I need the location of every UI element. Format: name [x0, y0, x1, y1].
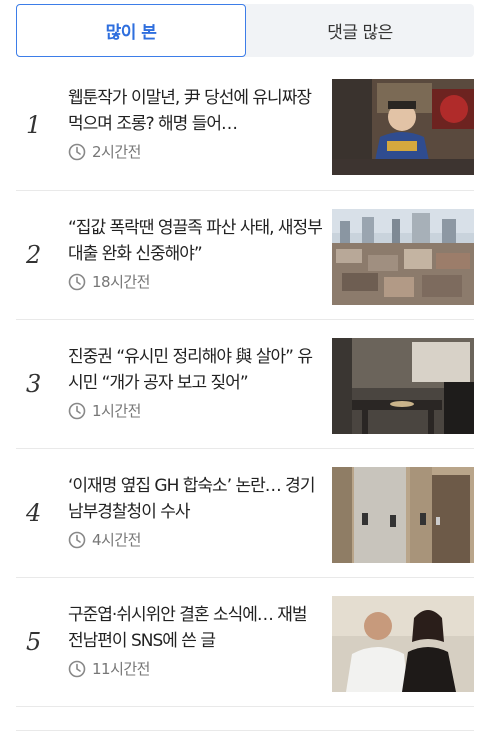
article-thumbnail[interactable]: [332, 209, 474, 305]
article-title-link[interactable]: ‘이재명 옆집 GH 합숙소’ 논란… 경기남부경찰청이 수사: [68, 473, 323, 525]
article-title-link[interactable]: 진중권 “유시민 정리해야 與 살아” 유시민 “개가 공자 보고 짖어”: [68, 344, 323, 396]
time-text: 1시간전: [92, 402, 141, 420]
list-item: 2 “집값 폭락땐 영끌족 파산 사태, 새정부 대출 완화 신중해야” 18시…: [16, 191, 474, 320]
article-time: 4시간전: [68, 529, 141, 550]
article-title-link[interactable]: 구준엽·쉬시위안 결혼 소식에… 재벌 전남편이 SNS에 쓴 글: [68, 602, 323, 654]
rank-number: 5: [26, 628, 42, 656]
clock-icon: [68, 531, 86, 548]
divider: [16, 730, 474, 731]
list-item: 5 구준엽·쉬시위안 결혼 소식에… 재벌 전남편이 SNS에 쓴 글 11시간…: [16, 578, 474, 707]
list-item: 1 웹툰작가 이말년, 尹 당선에 유니짜장 먹으며 조롱? 해명 들어… 2시…: [16, 61, 474, 191]
article-time: 2시간전: [68, 141, 141, 162]
clock-icon: [68, 402, 86, 419]
clock-icon: [68, 660, 86, 677]
article-time: 18시간전: [68, 271, 151, 292]
article-thumbnail[interactable]: [332, 338, 474, 434]
ranking-list: 1 웹툰작가 이말년, 尹 당선에 유니짜장 먹으며 조롱? 해명 들어… 2시…: [16, 61, 474, 707]
article-thumbnail[interactable]: [332, 596, 474, 692]
time-text: 4시간전: [92, 531, 141, 549]
rank-number: 4: [26, 499, 42, 527]
rank-number: 3: [26, 370, 42, 398]
time-text: 2시간전: [92, 143, 141, 161]
clock-icon: [68, 273, 86, 290]
rank-number: 2: [26, 241, 42, 269]
list-item: 3 진중권 “유시민 정리해야 與 살아” 유시민 “개가 공자 보고 짖어” …: [16, 320, 474, 449]
clock-icon: [68, 143, 86, 160]
article-time: 1시간전: [68, 400, 141, 421]
article-time: 11시간전: [68, 658, 151, 679]
article-thumbnail[interactable]: [332, 79, 474, 175]
article-title-link[interactable]: “집값 폭락땐 영끌족 파산 사태, 새정부 대출 완화 신중해야”: [68, 215, 323, 267]
list-item: 4 ‘이재명 옆집 GH 합숙소’ 논란… 경기남부경찰청이 수사 4시간전: [16, 449, 474, 578]
rank-number: 1: [26, 111, 42, 139]
time-text: 11시간전: [92, 660, 151, 678]
tab-bar: 많이 본 댓글 많은: [16, 4, 474, 57]
article-thumbnail[interactable]: [332, 467, 474, 563]
time-text: 18시간전: [92, 273, 151, 291]
article-title-link[interactable]: 웹툰작가 이말년, 尹 당선에 유니짜장 먹으며 조롱? 해명 들어…: [68, 85, 323, 137]
tab-most-commented[interactable]: 댓글 많은: [246, 4, 474, 57]
tab-most-viewed[interactable]: 많이 본: [16, 4, 246, 57]
